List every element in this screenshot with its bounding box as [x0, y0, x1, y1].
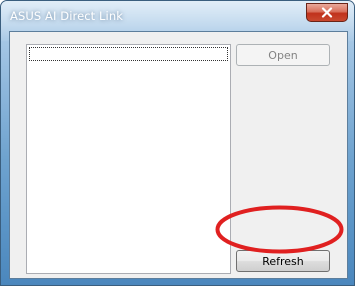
dialog-client-area: Open Refresh	[9, 31, 348, 279]
open-button[interactable]: Open	[236, 44, 330, 66]
window-title: ASUS AI Direct Link	[10, 9, 123, 23]
app-window: ASUS AI Direct Link Open Refresh	[0, 0, 355, 286]
close-icon	[321, 7, 333, 18]
close-button[interactable]	[306, 3, 348, 22]
listbox-focus-row[interactable]	[29, 47, 228, 61]
device-listbox[interactable]	[26, 44, 231, 274]
refresh-button[interactable]: Refresh	[236, 250, 330, 272]
